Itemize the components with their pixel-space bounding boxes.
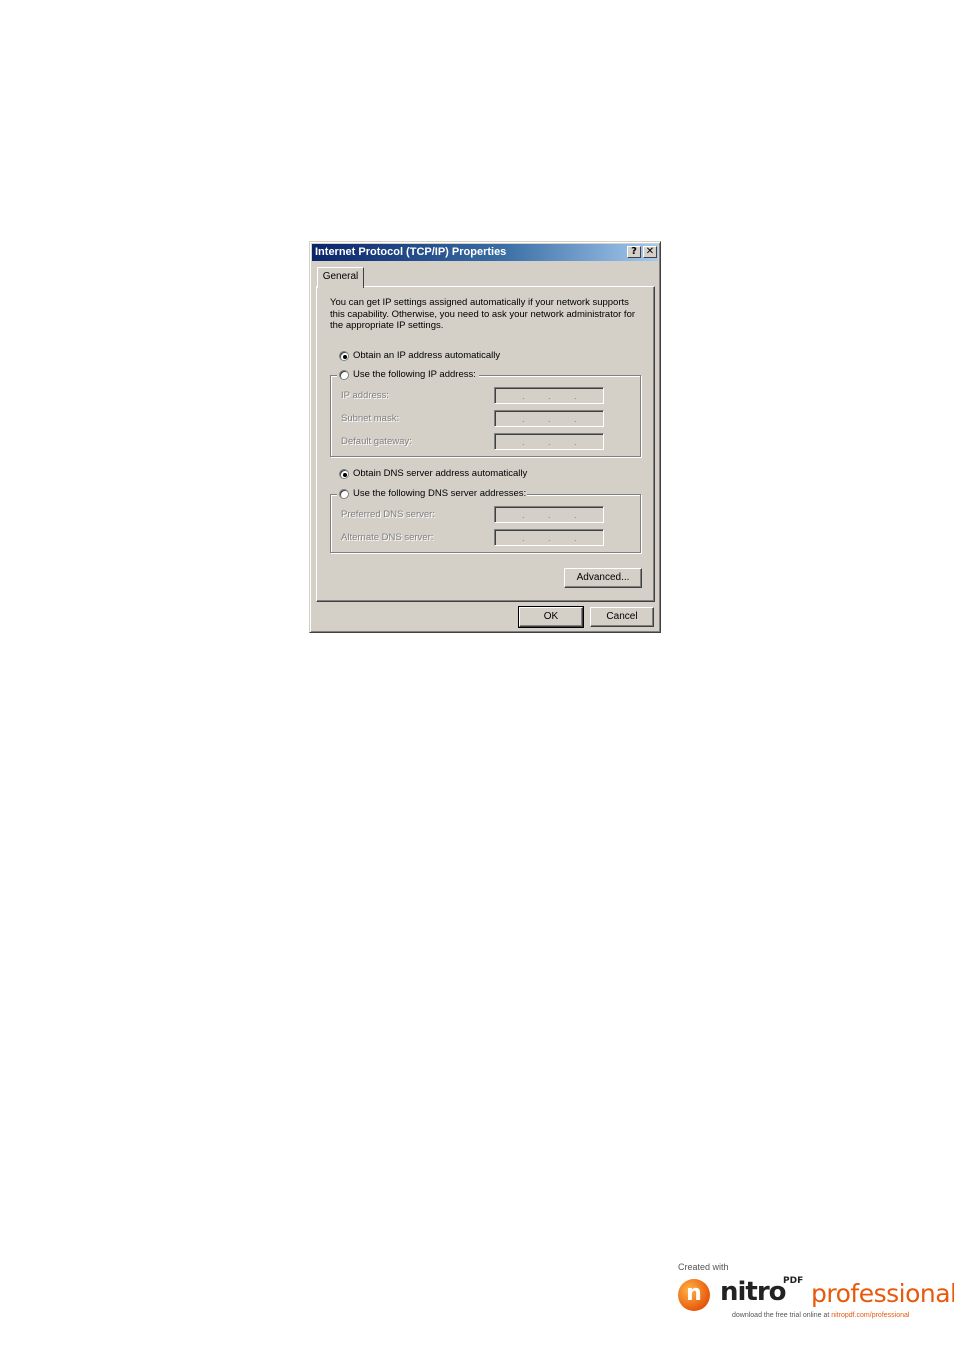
close-icon: ✕ (645, 246, 655, 257)
subnet-mask-field[interactable]: ... (494, 410, 604, 427)
use-following-dns-radio[interactable] (339, 489, 349, 499)
nitro-logo-icon: n (678, 1279, 710, 1311)
professional-wordmark: professional (811, 1279, 954, 1308)
download-link[interactable]: nitropdf.com/professional (831, 1312, 909, 1319)
advanced-button[interactable]: Advanced... (564, 568, 642, 588)
tab-general[interactable]: General (317, 267, 364, 288)
obtain-ip-auto-label[interactable]: Obtain an IP address automatically (353, 350, 500, 361)
pdf-wordmark: PDF (783, 1276, 804, 1286)
alternate-dns-field[interactable]: ... (494, 529, 604, 546)
obtain-dns-auto-radio[interactable] (339, 469, 349, 479)
download-line: download the free trial online at nitrop… (732, 1312, 909, 1319)
subnet-mask-label: Subnet mask: (341, 413, 400, 424)
use-following-ip-label[interactable]: Use the following IP address: (353, 369, 476, 380)
ip-address-label: IP address: (341, 390, 389, 401)
nitro-watermark: Created with n nitro PDF professional do… (676, 1262, 954, 1324)
default-gateway-field[interactable]: ... (494, 433, 604, 450)
title-bar[interactable]: Internet Protocol (TCP/IP) Properties ? … (312, 244, 658, 261)
close-button[interactable]: ✕ (643, 246, 657, 258)
obtain-dns-auto-label[interactable]: Obtain DNS server address automatically (353, 468, 527, 479)
tab-general-label: General (322, 271, 359, 282)
obtain-ip-auto-radio[interactable] (339, 351, 349, 361)
help-icon: ? (631, 246, 637, 257)
ip-address-field[interactable]: ... (494, 387, 604, 404)
nitro-wordmark: nitro (720, 1277, 787, 1307)
preferred-dns-label: Preferred DNS server: (341, 509, 435, 520)
tcpip-properties-dialog: Internet Protocol (TCP/IP) Properties ? … (309, 241, 661, 633)
help-button[interactable]: ? (627, 246, 641, 258)
ok-button[interactable]: OK (518, 606, 584, 628)
created-with-text: Created with (678, 1262, 729, 1272)
default-gateway-label: Default gateway: (341, 436, 412, 447)
download-text: download the free trial online at (732, 1312, 832, 1319)
dialog-title: Internet Protocol (TCP/IP) Properties (315, 246, 507, 258)
use-following-ip-radio[interactable] (339, 370, 349, 380)
alternate-dns-label: Alternate DNS server: (341, 532, 434, 543)
use-following-dns-label[interactable]: Use the following DNS server addresses: (353, 488, 526, 499)
cancel-button[interactable]: Cancel (590, 607, 654, 627)
description-text: You can get IP settings assigned automat… (330, 297, 636, 331)
preferred-dns-field[interactable]: ... (494, 506, 604, 523)
